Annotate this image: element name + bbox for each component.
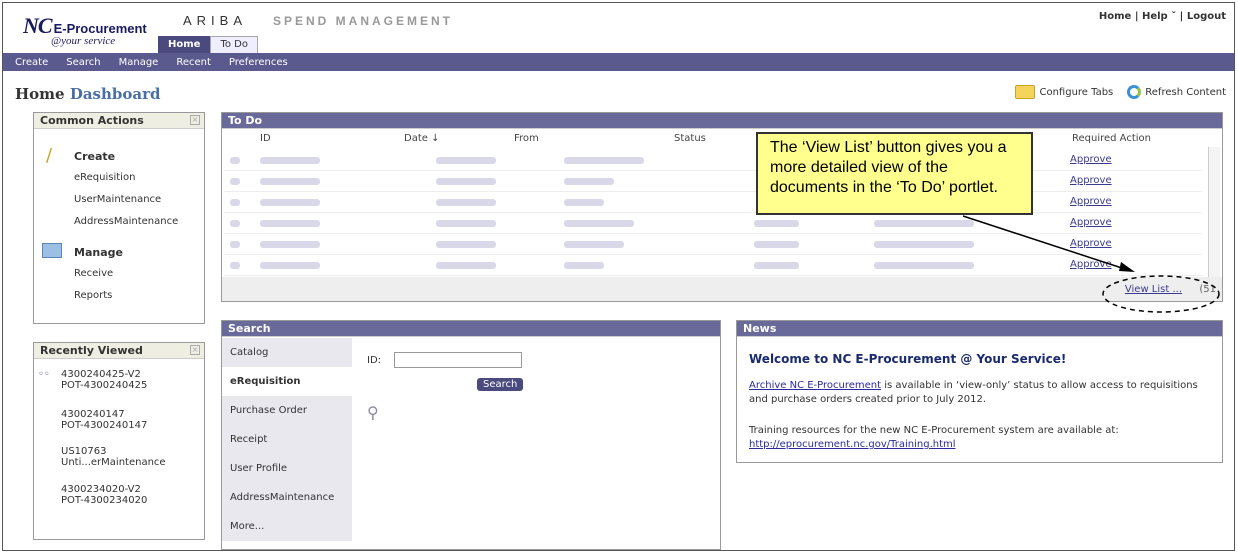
search-tab-erequisition[interactable]: eRequisition <box>222 367 352 396</box>
training-link[interactable]: http://eprocurement.nc.gov/Training.html <box>749 439 956 450</box>
search-tab-user-profile[interactable]: User Profile <box>222 454 352 483</box>
search-tab-purchase-order[interactable]: Purchase Order <box>222 396 352 425</box>
search-tab-addressmaintenance[interactable]: AddressMaintenance <box>222 483 352 512</box>
search-tab-receipt[interactable]: Receipt <box>222 425 352 454</box>
search-tab-more[interactable]: More... <box>222 512 352 541</box>
news-portlet: News Welcome to NC E-Procurement @ Your … <box>736 320 1223 463</box>
news-title: News <box>737 321 1222 337</box>
search-tab-catalog[interactable]: Catalog <box>222 338 352 367</box>
id-input[interactable] <box>394 352 522 368</box>
instruction-callout: The ‘View List’ button gives you a more … <box>756 132 1033 215</box>
news-heading: Welcome to NC E-Procurement @ Your Servi… <box>749 352 1067 366</box>
archive-link[interactable]: Archive NC E-Procurement <box>749 380 881 391</box>
search-button[interactable]: Search <box>477 378 524 391</box>
app-window: NC E-Procurement @your service ARIBA SPEN… <box>2 2 1235 551</box>
id-label: ID: <box>367 355 382 366</box>
magnifier-icon[interactable]: ⚲ <box>367 403 379 422</box>
news-paragraph-2: Training resources for the new NC E-Proc… <box>749 425 1119 450</box>
search-type-list: Catalog eRequisition Purchase Order Rece… <box>222 338 352 541</box>
news-paragraph-1: Archive NC E-Procurement is available in… <box>749 380 1198 405</box>
search-title: Search <box>222 321 720 337</box>
search-portlet: Search Catalog eRequisition Purchase Ord… <box>221 320 721 550</box>
